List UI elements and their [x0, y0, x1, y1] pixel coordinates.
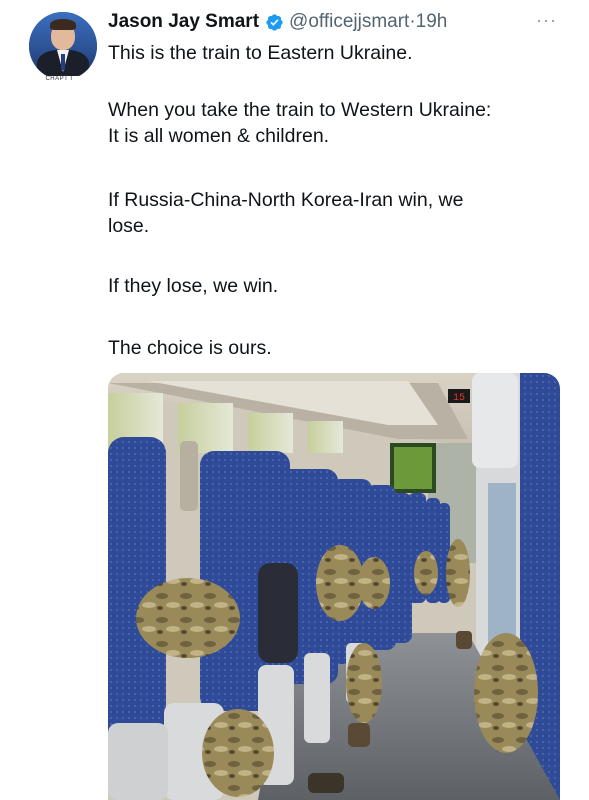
tweet-line: When you take the train to Western Ukrai…: [108, 99, 492, 121]
tweet-line: If Russia-China-North Korea-Iran win, we: [108, 189, 464, 211]
tweet-line: If they lose, we win.: [108, 275, 279, 297]
verified-badge-icon: [266, 13, 283, 31]
tweet-photo[interactable]: 15: [108, 373, 560, 800]
avatar-caption: CHAPT I: [30, 76, 88, 82]
author-handle[interactable]: @officejjsmart: [289, 11, 409, 33]
avatar-hair: [50, 19, 76, 30]
tweet-header: Jason Jay Smart @officejjsmart · 19h: [108, 8, 447, 36]
author-avatar[interactable]: [29, 12, 97, 80]
tweet-timestamp[interactable]: 19h: [416, 11, 448, 33]
more-options-icon[interactable]: ···: [536, 10, 557, 31]
author-name[interactable]: Jason Jay Smart: [108, 11, 259, 33]
tweet-line: It is all women & children.: [108, 125, 330, 147]
tweet-line: The choice is ours.: [108, 337, 272, 359]
avatar-tie: [61, 54, 65, 70]
tweet-line: This is the train to Eastern Ukraine.: [108, 42, 413, 64]
car-number-display: 15: [453, 393, 465, 404]
tweet-line: lose.: [108, 215, 150, 237]
train-interior-image: 15: [108, 373, 560, 800]
